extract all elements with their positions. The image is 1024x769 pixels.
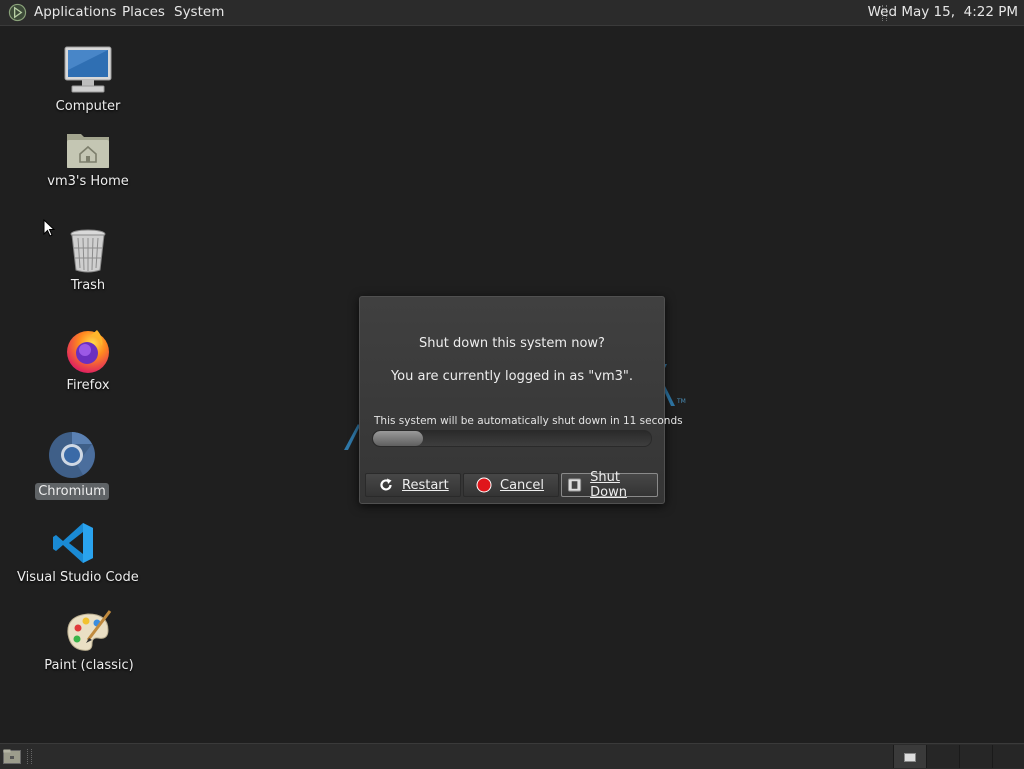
workspace-3[interactable] <box>959 745 992 768</box>
workspace-4[interactable] <box>992 745 1024 768</box>
desktop-icon-label: Computer <box>55 99 121 114</box>
desktop-icon-computer[interactable]: Computer <box>28 45 148 115</box>
workspace-1[interactable] <box>893 745 926 768</box>
distro-logo-icon[interactable] <box>8 3 27 22</box>
desktop-icon-label: Chromium <box>35 483 109 500</box>
shutdown-icon <box>567 478 582 492</box>
cancel-label: Cancel <box>500 477 545 493</box>
workspace-window-thumbnail <box>904 753 916 762</box>
restart-button[interactable]: Restart <box>365 473 461 497</box>
desktop-icon-vscode[interactable]: Visual Studio Code <box>14 520 139 586</box>
shutdown-button[interactable]: Shut Down <box>561 470 658 500</box>
desktop-icon-label: vm3's Home <box>47 174 129 189</box>
dialog-title: Shut down this system now? <box>419 336 605 351</box>
panel-separator <box>27 749 32 764</box>
desktop-icon-chromium[interactable]: Chromium <box>12 430 132 500</box>
vscode-icon <box>53 523 93 563</box>
bottom-panel <box>0 743 1024 769</box>
desktop-icon-home[interactable]: vm3's Home <box>28 128 148 190</box>
dialog-subtitle: You are currently logged in as "vm3". <box>390 369 634 384</box>
progress-fill <box>373 431 424 446</box>
mouse-pointer-icon <box>43 219 55 237</box>
trash-icon <box>70 229 106 273</box>
desktop-icon-label: Trash <box>70 278 106 293</box>
places-menu[interactable]: Places <box>120 4 167 20</box>
paint-icon <box>67 610 112 651</box>
desktop-icon-paint[interactable]: Paint (classic) <box>29 608 149 674</box>
top-panel: Applications Places System Wed May 15, 4… <box>0 0 1024 26</box>
home-folder-icon <box>67 134 109 168</box>
countdown-progress-bar <box>372 430 652 447</box>
show-desktop-icon[interactable] <box>3 749 21 764</box>
wallpaper-logo-fragment <box>344 424 360 450</box>
desktop-icon-label: Visual Studio Code <box>17 570 139 585</box>
cancel-icon <box>476 477 492 493</box>
desktop-icon-label: Firefox <box>66 378 110 393</box>
computer-icon <box>64 46 112 93</box>
workspace-2[interactable] <box>926 745 959 768</box>
firefox-icon <box>67 330 109 373</box>
applications-menu[interactable]: Applications <box>32 4 118 20</box>
desktop-icon-firefox[interactable]: Firefox <box>28 326 148 394</box>
chromium-icon <box>49 432 95 478</box>
desktop-icon-trash[interactable]: Trash <box>28 228 148 294</box>
restart-icon <box>380 478 392 491</box>
shutdown-label: Shut Down <box>590 470 627 500</box>
system-menu[interactable]: System <box>172 4 226 20</box>
wallpaper-trademark-mark: TM <box>677 398 686 405</box>
shutdown-dialog: Shut down this system now? You are curre… <box>359 296 683 504</box>
countdown-text: This system will be automatically shut d… <box>374 415 683 427</box>
restart-label: Restart <box>402 477 449 493</box>
desktop-icon-label: Paint (classic) <box>44 658 134 673</box>
clock[interactable]: Wed May 15, 4:22 PM <box>868 4 1018 20</box>
cancel-button[interactable]: Cancel <box>463 473 559 497</box>
